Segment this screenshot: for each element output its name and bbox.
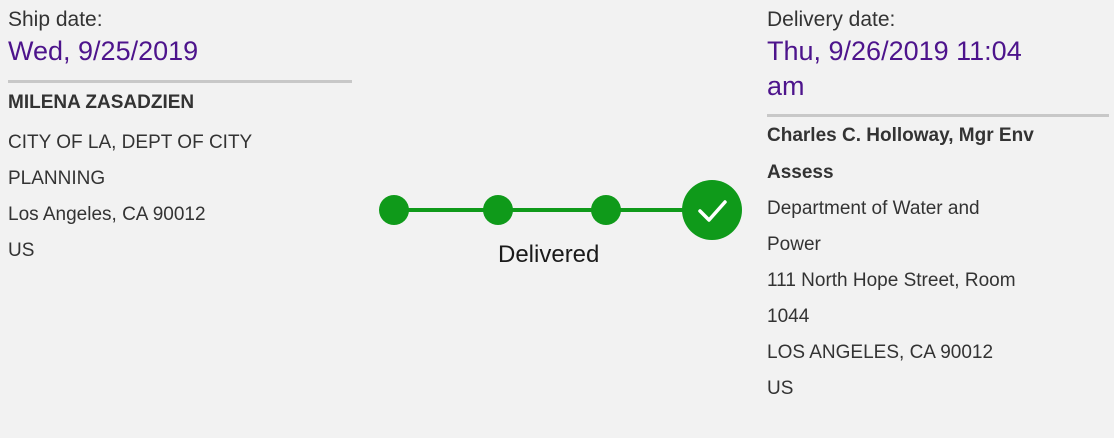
shipper-address-line: Los Angeles, CA 90012 bbox=[8, 204, 206, 225]
ship-address: MILENA ZASADZIEN CITY OF LA, DEPT OF CIT… bbox=[8, 89, 352, 269]
recipient-name: Charles C. Holloway, Mgr Env bbox=[767, 125, 1034, 146]
recipient-address: Charles C. Holloway, Mgr Env Assess Depa… bbox=[767, 118, 1109, 407]
delivery-date-line: am bbox=[767, 71, 805, 101]
shipper-address-line: US bbox=[8, 240, 35, 261]
shipper-address-line: PLANNING bbox=[8, 168, 106, 189]
shipper-address-line: CITY OF LA, DEPT OF CITY bbox=[8, 132, 253, 153]
ship-divider bbox=[8, 80, 352, 83]
progress-step-dot bbox=[591, 195, 621, 225]
progress-track bbox=[379, 180, 742, 240]
recipient-address-line: US bbox=[767, 378, 794, 399]
recipient-address-line: 1044 bbox=[767, 306, 810, 327]
delivered-step-circle bbox=[682, 180, 742, 240]
progress-step-dot bbox=[379, 195, 409, 225]
ship-date: Wed, 9/25/2019 bbox=[8, 36, 199, 66]
recipient-address-line: Department of Water and bbox=[767, 198, 980, 219]
recipient-address-line: Power bbox=[767, 234, 821, 255]
progress-step-dot bbox=[483, 195, 513, 225]
delivery-divider bbox=[767, 114, 1109, 117]
ship-date-label: Ship date: bbox=[8, 8, 103, 31]
delivery-date-label: Delivery date: bbox=[767, 8, 896, 31]
ship-info: Ship date: Wed, 9/25/2019 MILENA ZASADZI… bbox=[8, 0, 352, 269]
shipper-name: MILENA ZASADZIEN bbox=[8, 92, 195, 113]
delivery-info: Delivery date: Thu, 9/26/2019 11:04 am C… bbox=[767, 0, 1109, 407]
shipment-progress bbox=[374, 176, 746, 240]
delivery-date: Thu, 9/26/2019 11:04 am bbox=[767, 34, 1109, 104]
delivery-status: Delivered bbox=[498, 241, 600, 268]
delivery-date-line: Thu, 9/26/2019 11:04 bbox=[767, 36, 1022, 66]
recipient-address-line: 111 North Hope Street, Room bbox=[767, 270, 1016, 291]
recipient-address-line: LOS ANGELES, CA 90012 bbox=[767, 342, 994, 363]
recipient-name: Assess bbox=[767, 162, 834, 183]
